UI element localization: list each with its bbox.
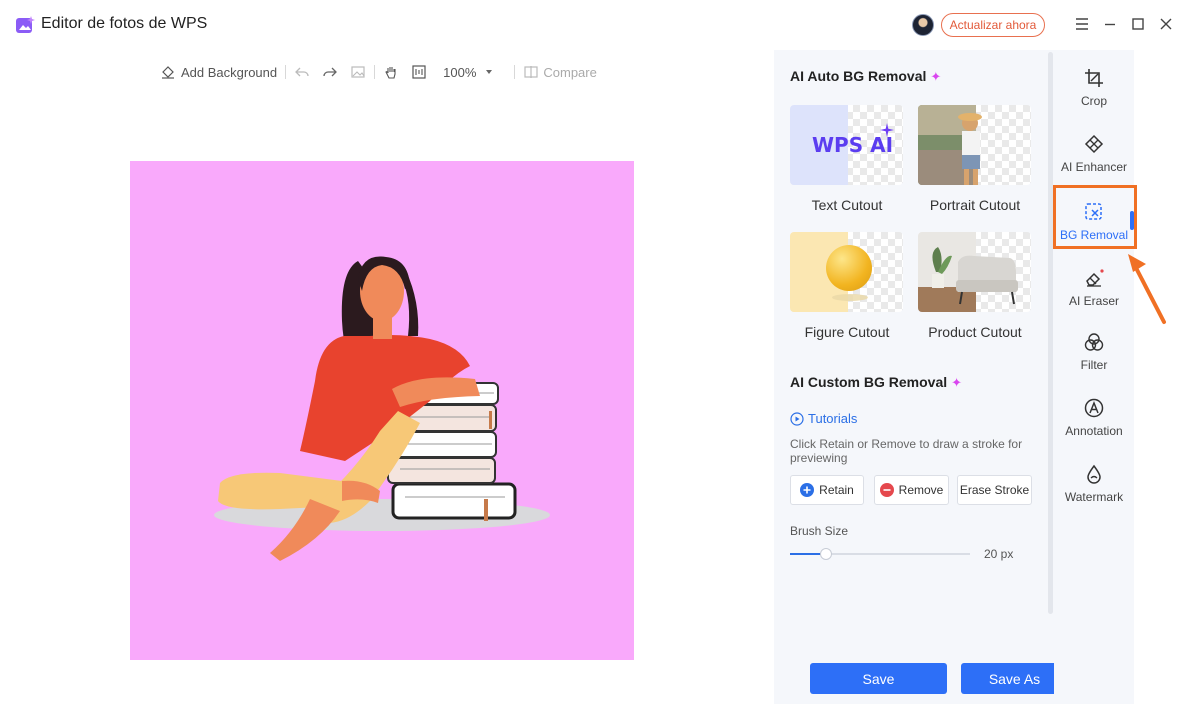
sparkle-icon: ✦ xyxy=(951,375,963,390)
compare-button[interactable]: Compare xyxy=(523,60,597,84)
fit-screen-icon[interactable] xyxy=(411,64,427,80)
auto-bg-removal-title: AI Auto BG Removal ✦ xyxy=(790,68,941,85)
add-background-button[interactable]: Add Background xyxy=(160,60,277,84)
undo-icon[interactable] xyxy=(294,64,310,80)
save-button[interactable]: Save xyxy=(810,663,947,694)
rail-label: Crop xyxy=(1080,94,1107,108)
portrait-cutout-card[interactable] xyxy=(918,105,1031,185)
save-as-button[interactable]: Save As xyxy=(961,663,1068,694)
illustration-woman-with-books xyxy=(214,256,550,561)
toolbar-divider xyxy=(514,65,516,79)
compare-label: Compare xyxy=(543,64,597,80)
sparkle-icon xyxy=(880,123,894,137)
portrait-cutout-label: Portrait Cutout xyxy=(929,197,1021,213)
rail-label: Watermark xyxy=(1064,490,1124,504)
zoom-value: 100% xyxy=(443,64,477,80)
brush-size-label: Brush Size xyxy=(790,524,849,538)
bg-removal-panel: AI Auto BG Removal✦ WPS AI Text Cutout xyxy=(774,50,1054,704)
rail-label: AI Eraser xyxy=(1068,294,1119,308)
paint-bucket-icon xyxy=(162,66,174,79)
tutorials-label: Tutorials xyxy=(808,411,858,426)
auto-bg-removal-title-text: AI Auto BG Removal xyxy=(790,68,927,84)
product-cutout-card[interactable] xyxy=(918,232,1031,312)
plus-circle-icon xyxy=(800,483,815,497)
rail-label: AI Enhancer xyxy=(1060,160,1128,174)
rail-label: Filter xyxy=(1080,358,1108,372)
toolbar-divider xyxy=(285,65,287,79)
remove-button[interactable]: Remove xyxy=(874,475,949,505)
figure-cutout-card[interactable] xyxy=(790,232,903,312)
rail-item-crop[interactable]: Crop xyxy=(1054,68,1134,128)
product-cutout-label: Product Cutout xyxy=(928,324,1022,340)
stroke-hint-text: Click Retain or Remove to draw a stroke … xyxy=(790,437,1023,465)
edit-toolbar: Add Background 100% Compare xyxy=(160,60,597,84)
filter-icon xyxy=(1084,333,1104,351)
minimize-icon[interactable] xyxy=(1101,15,1119,33)
text-cutout-card[interactable]: WPS AI xyxy=(790,105,903,185)
figure-cutout-label: Figure Cutout xyxy=(804,324,890,340)
app-title: Editor de fotos de WPS xyxy=(41,15,208,32)
play-circle-icon xyxy=(790,411,804,426)
redo-icon[interactable] xyxy=(322,64,338,80)
maximize-icon[interactable] xyxy=(1129,15,1147,33)
crop-icon xyxy=(1085,69,1103,87)
tutorials-link[interactable]: Tutorials xyxy=(790,411,857,426)
rail-item-watermark[interactable]: Watermark xyxy=(1054,464,1134,524)
minus-circle-icon xyxy=(879,483,894,497)
brush-size-value: 20 px xyxy=(984,547,1014,561)
hand-pan-icon[interactable] xyxy=(383,64,399,80)
portrait-thumbnail xyxy=(918,105,982,185)
user-avatar[interactable] xyxy=(912,14,934,36)
watermark-icon xyxy=(1087,464,1101,484)
toolbar-divider xyxy=(374,65,376,79)
highlight-box xyxy=(1053,185,1137,249)
rail-item-annotation[interactable]: Annotation xyxy=(1054,398,1134,458)
brush-size-slider[interactable] xyxy=(790,548,970,560)
upgrade-button[interactable]: Actualizar ahora xyxy=(941,13,1045,37)
chevron-down-icon xyxy=(486,70,493,74)
retain-label: Retain xyxy=(819,483,854,497)
remove-label: Remove xyxy=(898,483,944,497)
sparkle-icon: ✦ xyxy=(930,69,942,84)
erase-stroke-button[interactable]: Erase Stroke xyxy=(957,475,1032,505)
eraser-icon xyxy=(1086,269,1104,287)
panel-scrollbar[interactable] xyxy=(1048,52,1053,614)
rail-item-filter[interactable]: Filter xyxy=(1054,332,1134,392)
compare-icon xyxy=(524,66,538,78)
add-background-label: Add Background xyxy=(181,64,278,80)
rail-label: Annotation xyxy=(1065,424,1123,438)
app-logo-icon xyxy=(16,16,35,33)
menu-icon[interactable] xyxy=(1073,15,1091,33)
retain-button[interactable]: Retain xyxy=(790,475,864,505)
slider-handle[interactable] xyxy=(820,548,832,560)
product-thumbnail xyxy=(918,232,1018,312)
custom-bg-removal-title-text: AI Custom BG Removal xyxy=(790,374,948,390)
ai-enhancer-icon xyxy=(1084,134,1104,154)
wps-photo-editor: Editor de fotos de WPS Actualizar ahora … xyxy=(0,0,1183,704)
rail-item-ai-eraser[interactable]: AI Eraser xyxy=(1054,268,1134,328)
annotation-icon xyxy=(1084,398,1104,418)
zoom-select[interactable]: 100% xyxy=(443,60,494,84)
title-bar: Editor de fotos de WPS Actualizar ahora xyxy=(0,0,1183,50)
custom-bg-removal-title: AI Custom BG Removal ✦ xyxy=(790,374,962,391)
erase-stroke-label: Erase Stroke xyxy=(959,483,1030,497)
image-icon[interactable] xyxy=(350,64,366,80)
arrow-icon xyxy=(1128,254,1166,324)
tool-rail: Crop AI Enhancer BG Removal AI Eraser Fi… xyxy=(1054,50,1134,704)
canvas-image[interactable] xyxy=(130,161,634,660)
close-icon[interactable] xyxy=(1157,15,1175,33)
text-cutout-label: Text Cutout xyxy=(811,197,883,213)
